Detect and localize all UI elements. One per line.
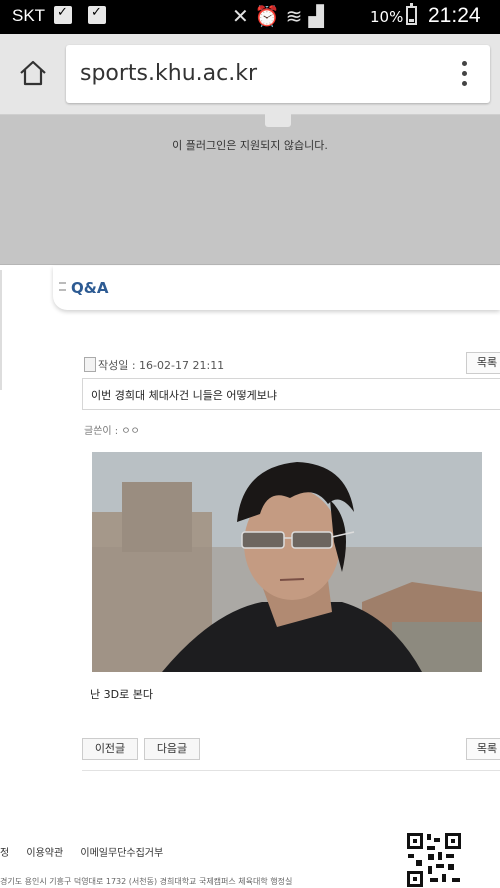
list-button-top[interactable]: 목록: [466, 352, 500, 374]
post-author: 글쓴이 : ㅇㅇ: [84, 426, 140, 437]
list-button-bottom[interactable]: 목록: [466, 738, 500, 760]
footer-link[interactable]: 이용약관: [26, 848, 63, 859]
system-icons: ✕⏰≋▟: [232, 4, 330, 28]
plugin-placeholder: 이 플러그인은 지원되지 않습니다.: [0, 113, 500, 265]
post-image-drawing: [92, 452, 482, 672]
battery-percent: 10%: [370, 8, 404, 26]
post-title: 이번 경희대 체대사건 니들은 어떻게보냐: [91, 389, 278, 402]
browser-toolbar: sports.khu.ac.kr: [0, 34, 500, 115]
footer: 정 이용약관 이메일무단수집거부 경기도 용인시 기흥구 덕영대로 1732 (…: [0, 828, 500, 888]
status-bar: SKT ✕⏰≋▟ 10% 21:24: [0, 0, 500, 34]
section-header: Q&A: [53, 266, 500, 310]
footer-address: 경기도 용인시 기흥구 덕영대로 1732 (서천동) 경희대학교 국제캠퍼스 …: [0, 877, 293, 886]
url-text[interactable]: sports.khu.ac.kr: [80, 61, 257, 86]
plugin-icon: [265, 113, 291, 127]
battery-icon: [406, 3, 417, 25]
home-icon[interactable]: [18, 58, 48, 88]
carrier-label: SKT: [12, 6, 46, 25]
post-title-box: 이번 경희대 체대사건 니들은 어떻게보냐: [82, 378, 500, 410]
prev-post-button[interactable]: 이전글: [82, 738, 138, 760]
section-title: Q&A: [71, 279, 109, 297]
section-marker-icon: [59, 282, 66, 291]
qr-code-icon: [406, 832, 462, 888]
post-date: 작성일 : 16-02-17 21:11: [98, 359, 225, 372]
alarm-icon: ⏰: [254, 4, 286, 28]
post-image: [92, 452, 482, 672]
post-meta-row: 작성일 : 16-02-17 21:11 목록: [82, 352, 500, 376]
post-body: 난 3D로 본다: [90, 688, 153, 701]
post: 작성일 : 16-02-17 21:11 목록 이번 경희대 체대사건 니들은 …: [82, 346, 500, 776]
left-edge-divider: [0, 270, 2, 390]
footer-link[interactable]: 정: [0, 848, 9, 859]
url-bar[interactable]: sports.khu.ac.kr: [66, 45, 490, 103]
signal-icon: ▟: [308, 4, 330, 28]
footer-links: 정 이용약관 이메일무단수집거부: [0, 844, 177, 859]
document-icon: [84, 357, 96, 372]
mute-icon: ✕: [232, 4, 255, 28]
footer-link[interactable]: 이메일무단수집거부: [80, 848, 163, 859]
divider: [82, 770, 500, 771]
plugin-message: 이 플러그인은 지원되지 않습니다.: [172, 139, 328, 152]
wifi-icon: ≋: [285, 4, 309, 28]
shopping-bag-icon: [88, 5, 106, 24]
next-post-button[interactable]: 다음글: [144, 738, 200, 760]
overflow-menu-icon[interactable]: [462, 61, 468, 87]
clock: 21:24: [428, 4, 481, 27]
shopping-bag-icon: [54, 5, 72, 24]
